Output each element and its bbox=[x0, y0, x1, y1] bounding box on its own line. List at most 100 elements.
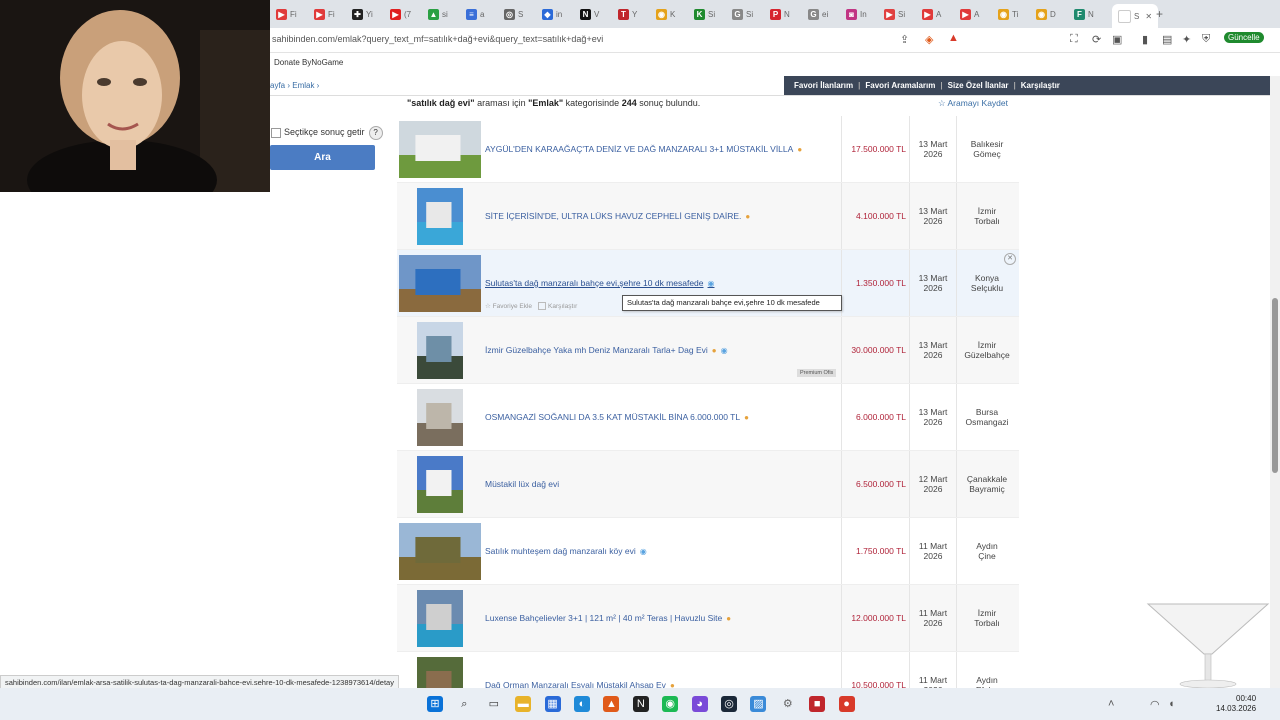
new-tab-button[interactable]: + bbox=[1156, 4, 1163, 24]
extensions-icon[interactable]: ⛶ bbox=[1070, 33, 1078, 46]
listing-title[interactable]: İzmir Güzelbahçe Yaka mh Deniz Manzaralı… bbox=[485, 317, 835, 383]
listing-title[interactable]: Müstakil lüx dağ evi bbox=[485, 451, 835, 517]
star-icon[interactable]: ☆ bbox=[485, 303, 493, 310]
messenger-icon[interactable]: ◕ bbox=[691, 696, 708, 712]
scrollbar-thumb[interactable] bbox=[1272, 298, 1278, 473]
store-icon[interactable]: ▦ bbox=[544, 696, 561, 712]
nav-compare[interactable]: Karşılaştır bbox=[1021, 81, 1060, 90]
tray-chevron-icon[interactable]: ˄ bbox=[1108, 698, 1114, 710]
table-row[interactable]: Satılık muhteşem dağ manzaralı köy evi ◉ 1… bbox=[397, 518, 1019, 585]
app-red-icon[interactable]: ■ bbox=[809, 696, 826, 712]
nav-favorite-listings[interactable]: Favori İlanlarım bbox=[794, 81, 853, 90]
listing-title[interactable]: Satılık muhteşem dağ manzaralı köy evi ◉ bbox=[485, 518, 835, 584]
settings-icon[interactable]: ⚙ bbox=[780, 696, 796, 712]
url-field[interactable]: sahibinden.com/emlak?query_text_mf=satıl… bbox=[272, 34, 603, 44]
browser-tab[interactable]: ◆ in bbox=[542, 4, 562, 24]
listing-title-text[interactable]: Luxense Bahçelievler 3+1 | 121 m² | 40 m… bbox=[485, 613, 722, 623]
volume-icon[interactable]: ◖ bbox=[1168, 698, 1175, 710]
listing-title-text[interactable]: Sulutas'ta dağ manzaralı bahçe evi,şehre… bbox=[485, 278, 704, 288]
notion-icon[interactable]: N bbox=[632, 696, 649, 712]
table-row[interactable]: OSMANGAZİ SOĞANLI DA 3.5 KAT MÜSTAKİL Bİ… bbox=[397, 384, 1019, 451]
search-button[interactable]: Ara bbox=[270, 145, 375, 170]
search-icon[interactable]: ⌕ bbox=[456, 696, 472, 712]
chrome-icon[interactable]: ● bbox=[838, 696, 855, 712]
browser-tab[interactable]: G Si bbox=[732, 4, 753, 24]
wallet-icon[interactable]: ▤ bbox=[1162, 33, 1172, 46]
browser-tab[interactable]: PN bbox=[770, 4, 790, 24]
listing-thumbnail[interactable] bbox=[399, 255, 481, 312]
leo-icon[interactable]: ✦ bbox=[1182, 33, 1191, 46]
checkbox[interactable] bbox=[271, 127, 281, 138]
listing-thumbnail[interactable] bbox=[417, 389, 463, 446]
table-row[interactable]: İzmir Güzelbahçe Yaka mh Deniz Manzaralı… bbox=[397, 317, 1019, 384]
checkbox[interactable] bbox=[538, 302, 547, 311]
brave-shield-icon[interactable]: ◈ bbox=[925, 33, 933, 46]
update-button[interactable]: Güncelle bbox=[1224, 32, 1264, 43]
table-row[interactable]: SİTE İÇERİSİN'DE, ULTRA LÜKS HAVUZ CEPHE… bbox=[397, 183, 1019, 250]
bookmark-item[interactable]: Donate ByNoGame bbox=[274, 58, 343, 67]
brave-icon[interactable]: ▲ bbox=[603, 696, 620, 712]
table-row[interactable]: AYGÜL'DEN KARAAĞAÇ'TA DENİZ VE DAĞ MANZA… bbox=[397, 116, 1019, 183]
file-explorer-icon[interactable]: ▬ bbox=[515, 696, 532, 712]
listing-title[interactable]: SİTE İÇERİSİN'DE, ULTRA LÜKS HAVUZ CEPHE… bbox=[485, 183, 835, 249]
wifi-icon[interactable]: ◠ bbox=[1150, 698, 1160, 711]
browser-tab[interactable]: ◉ Ti bbox=[998, 4, 1018, 24]
browser-tab[interactable]: ◉ D bbox=[1036, 4, 1056, 24]
screenshot-icon[interactable]: ▣ bbox=[1112, 33, 1122, 46]
browser-tab[interactable]: NV bbox=[580, 4, 599, 24]
edge-icon[interactable]: ◐ bbox=[574, 696, 590, 712]
auto-results-option[interactable]: Seçtikçe sonuç getir? bbox=[271, 126, 383, 140]
browser-tab[interactable]: ▶ A bbox=[922, 4, 941, 24]
browser-tab[interactable]: ≡ a bbox=[466, 4, 484, 24]
task-view-icon[interactable]: ▭ bbox=[486, 696, 502, 712]
browser-tab[interactable]: ◉ K bbox=[656, 4, 675, 24]
favorite-add-link[interactable]: Favoriye Ekle bbox=[493, 303, 532, 310]
listing-title[interactable]: OSMANGAZİ SOĞANLI DA 3.5 KAT MÜSTAKİL Bİ… bbox=[485, 384, 835, 450]
listing-title-text[interactable]: İzmir Güzelbahçe Yaka mh Deniz Manzaralı… bbox=[485, 345, 708, 355]
listing-thumbnail[interactable] bbox=[417, 322, 463, 379]
close-tab-icon[interactable]: ✕ bbox=[1145, 12, 1152, 21]
browser-tab[interactable]: ◎ S bbox=[504, 4, 523, 24]
listing-title[interactable]: AYGÜL'DEN KARAAĞAÇ'TA DENİZ VE DAĞ MANZA… bbox=[485, 116, 835, 182]
browser-tab[interactable]: S ✕ bbox=[1112, 4, 1159, 28]
table-row[interactable]: Luxense Bahçelievler 3+1 | 121 m² | 40 m… bbox=[397, 585, 1019, 652]
table-row[interactable]: Müstakil lüx dağ evi 6.500.000 TL 12 Mart 2… bbox=[397, 451, 1019, 518]
nav-favorite-searches[interactable]: Favori Aramalarım bbox=[865, 81, 935, 90]
steam-icon[interactable]: ◎ bbox=[721, 696, 737, 712]
compare-link[interactable]: Karşılaştır bbox=[548, 303, 577, 310]
help-icon[interactable]: ? bbox=[368, 126, 383, 140]
close-icon[interactable]: ✕ bbox=[1004, 253, 1016, 265]
sidebar-icon[interactable]: ▮ bbox=[1142, 33, 1148, 46]
browser-tab[interactable]: ▶ Si bbox=[884, 4, 905, 24]
nav-special-listings[interactable]: Size Özel İlanlar bbox=[948, 81, 1009, 90]
browser-tab[interactable]: ▶ Fi bbox=[314, 4, 335, 24]
browser-tab[interactable]: ▶ (7 bbox=[390, 4, 411, 24]
browser-tab[interactable]: ▶ Fi bbox=[276, 4, 297, 24]
page-scrollbar[interactable] bbox=[1270, 76, 1280, 688]
listing-title-text[interactable]: SİTE İÇERİSİN'DE, ULTRA LÜKS HAVUZ CEPHE… bbox=[485, 211, 741, 221]
browser-tab[interactable]: ◙ In bbox=[846, 4, 867, 24]
browser-tab[interactable]: ▲ si bbox=[428, 4, 448, 24]
browser-tab[interactable]: ✚ Yi bbox=[352, 4, 373, 24]
windows-start-icon[interactable]: ⊞ bbox=[427, 696, 443, 712]
clock[interactable]: 00:40 14.03.2026 bbox=[1216, 694, 1256, 714]
browser-tab[interactable]: TY bbox=[618, 4, 637, 24]
browser-tab[interactable]: ▶ A bbox=[960, 4, 979, 24]
listing-thumbnail[interactable] bbox=[417, 456, 463, 513]
spotify-icon[interactable]: ◉ bbox=[662, 696, 679, 712]
listing-thumbnail[interactable] bbox=[417, 590, 463, 647]
share-icon[interactable]: ⇪ bbox=[900, 33, 909, 46]
brave-rewards-icon[interactable]: ▲ bbox=[948, 32, 959, 44]
vpn-icon[interactable]: ⛨ bbox=[1202, 33, 1210, 46]
listing-title-text[interactable]: Satılık muhteşem dağ manzaralı köy evi bbox=[485, 546, 636, 556]
browser-tab[interactable]: FN bbox=[1074, 4, 1094, 24]
breadcrumb[interactable]: ayfa › Emlak › bbox=[270, 81, 319, 90]
listing-thumbnail[interactable] bbox=[399, 121, 481, 178]
listing-title-text[interactable]: AYGÜL'DEN KARAAĞAÇ'TA DENİZ VE DAĞ MANZA… bbox=[485, 144, 793, 154]
photos-icon[interactable]: ▨ bbox=[750, 696, 767, 712]
browser-tab[interactable]: K Si bbox=[694, 4, 715, 24]
listing-thumbnail[interactable] bbox=[417, 188, 463, 245]
browser-tab[interactable]: Gei bbox=[808, 4, 828, 24]
listing-title[interactable]: Luxense Bahçelievler 3+1 | 121 m² | 40 m… bbox=[485, 585, 835, 651]
sync-icon[interactable]: ⟳ bbox=[1092, 33, 1101, 46]
